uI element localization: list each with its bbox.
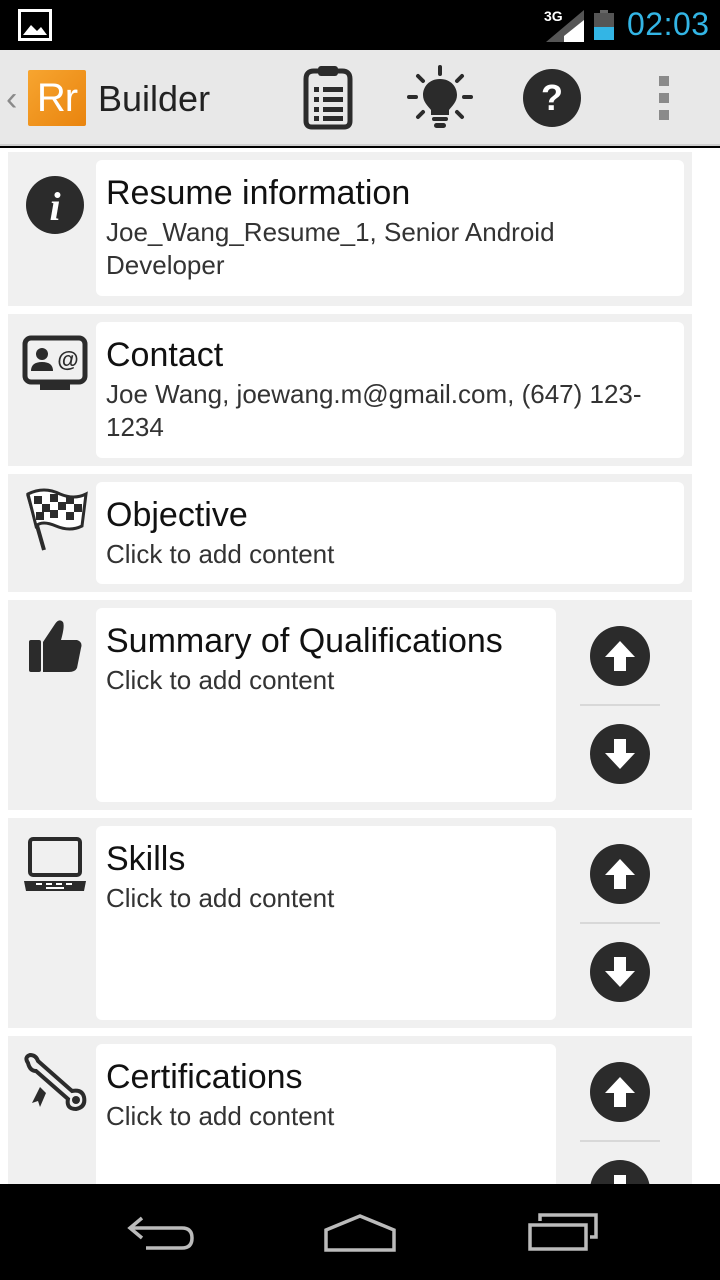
section-card[interactable]: Summary of Qualifications Click to add c… [96, 608, 556, 802]
gallery-notification-icon [18, 9, 52, 41]
document-list-icon [303, 66, 353, 130]
status-bar: 3G 02:03 [0, 0, 720, 50]
divider [580, 922, 660, 924]
section-card[interactable]: Contact Joe Wang, joewang.m@gmail.com, (… [96, 322, 684, 458]
qualifications-icon-wrapper [22, 612, 88, 678]
move-up-button[interactable] [590, 1062, 650, 1122]
section-card[interactable]: Certifications Click to add content [96, 1044, 556, 1184]
back-icon [127, 1216, 194, 1250]
arrow-up-icon [605, 641, 635, 671]
info-icon-wrapper: i [22, 172, 88, 238]
section-title: Objective [106, 496, 248, 534]
divider [580, 1140, 660, 1142]
move-down-button[interactable] [590, 1160, 650, 1184]
move-down-button[interactable] [590, 942, 650, 1002]
recent-apps-icon [528, 1213, 598, 1251]
signal-icon: 3G [544, 8, 584, 42]
objective-icon-wrapper [22, 486, 88, 552]
info-icon: i [26, 176, 84, 234]
diploma-scroll-icon [24, 1053, 87, 1112]
section-subtitle: Click to add content [106, 665, 335, 695]
arrow-up-icon [605, 859, 635, 889]
move-up-button[interactable] [590, 844, 650, 904]
network-type-label: 3G [544, 8, 563, 24]
arrow-down-icon [605, 957, 635, 987]
section-subtitle: Joe Wang, joewang.m@gmail.com, (647) 123… [106, 379, 642, 442]
help-icon: ? [523, 69, 581, 127]
lightbulb-icon [407, 65, 473, 128]
svg-text:?: ? [541, 77, 563, 118]
home-button[interactable] [320, 1206, 400, 1258]
move-up-button[interactable] [590, 626, 650, 686]
document-list-button[interactable] [294, 64, 362, 132]
arrow-up-icon [605, 1077, 635, 1107]
overflow-menu-icon [659, 76, 669, 120]
status-clock: 02:03 [627, 6, 710, 42]
section-subtitle: Joe_Wang_Resume_1, Senior Android Develo… [106, 217, 555, 280]
certifications-icon-wrapper [22, 1050, 88, 1116]
laptop-icon [24, 837, 86, 891]
skills-icon-wrapper [22, 832, 88, 898]
arrow-down-icon [614, 1175, 626, 1184]
move-down-button[interactable] [590, 724, 650, 784]
contact-card-icon: @ [22, 335, 88, 390]
section-card[interactable]: Resume information Joe_Wang_Resume_1, Se… [96, 160, 684, 296]
thumbs-up-icon [29, 620, 82, 672]
recent-apps-button[interactable] [522, 1206, 602, 1258]
section-subtitle: Click to add content [106, 539, 335, 569]
divider [580, 704, 660, 706]
section-title: Resume information [106, 174, 411, 212]
up-navigation-icon[interactable]: ‹ [6, 80, 17, 119]
battery-icon [594, 10, 614, 40]
section-title: Skills [106, 840, 186, 878]
section-certifications[interactable]: Certifications Click to add content [8, 1036, 692, 1184]
section-card[interactable]: Skills Click to add content [96, 826, 556, 1020]
overflow-menu-button[interactable] [630, 64, 698, 132]
resume-sections-list[interactable]: i Resume information Joe_Wang_Resume_1, … [0, 148, 720, 1184]
checkered-flag-icon [26, 488, 88, 551]
home-icon [324, 1214, 396, 1252]
svg-text:i: i [49, 184, 60, 229]
arrow-down-icon [605, 739, 635, 769]
section-title: Certifications [106, 1058, 303, 1096]
system-navigation-bar [0, 1184, 720, 1280]
section-title: Contact [106, 336, 224, 374]
section-subtitle: Click to add content [106, 1101, 335, 1131]
section-subtitle: Click to add content [106, 883, 335, 913]
section-contact[interactable]: @ Contact Joe Wang, joewang.m@gmail.com,… [8, 314, 692, 466]
contact-icon-wrapper: @ [22, 330, 88, 396]
page-title: Builder [98, 78, 211, 119]
back-button[interactable] [120, 1206, 200, 1258]
section-skills[interactable]: Skills Click to add content [8, 818, 692, 1028]
help-button[interactable]: ? [518, 64, 586, 132]
tips-button[interactable] [406, 64, 474, 132]
section-summary-of-qualifications[interactable]: Summary of Qualifications Click to add c… [8, 600, 692, 810]
section-objective[interactable]: Objective Click to add content [8, 474, 692, 592]
section-card[interactable]: Objective Click to add content [96, 482, 684, 584]
svg-text:@: @ [57, 347, 78, 372]
section-resume-information[interactable]: i Resume information Joe_Wang_Resume_1, … [8, 152, 692, 306]
action-bar: ‹ Rr Builder ? [0, 50, 720, 146]
app-logo[interactable]: Rr [28, 70, 86, 126]
section-title: Summary of Qualifications [106, 622, 503, 660]
